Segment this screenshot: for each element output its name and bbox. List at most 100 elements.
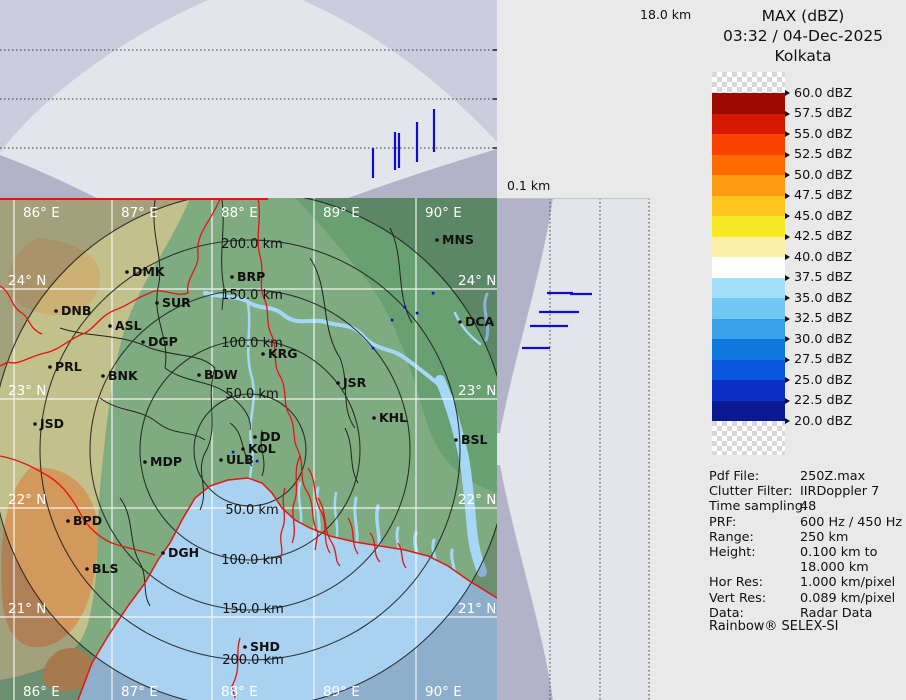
range-ring-label: 50.0 km: [225, 387, 278, 402]
station-dot: [253, 435, 257, 439]
metadata-value: 0.100 km to: [800, 545, 878, 560]
radar-echo-dot: [391, 319, 394, 322]
metadata-row: Range:250 km: [709, 530, 904, 545]
tick-arrow-icon: [785, 398, 790, 404]
scale-tick: 42.5 dBZ: [785, 229, 852, 245]
station-dot: [141, 340, 145, 344]
scale-tick-label: 42.5 dBZ: [794, 229, 852, 244]
ns-profile-echoes: [522, 293, 592, 348]
station-dot: [435, 238, 439, 242]
lat-label-left: 23° N: [8, 383, 46, 399]
scale-tick-label: 22.5 dBZ: [794, 393, 852, 408]
metadata-value: 600 Hz / 450 Hz: [800, 515, 902, 530]
station-label: DCA: [465, 314, 495, 329]
map-canvas: 200.0 km150.0 km100.0 km50.0 km50.0 km10…: [0, 198, 497, 700]
color-block: [712, 319, 785, 340]
station-dot: [241, 447, 245, 451]
scale-tick: 35.0 dBZ: [785, 290, 852, 306]
station-label: BRP: [237, 269, 265, 284]
station-dot: [101, 374, 105, 378]
metadata-value: 250Z.max: [800, 469, 865, 484]
scale-tick: 32.5 dBZ: [785, 311, 852, 327]
color-block: [712, 257, 785, 278]
radar-station-name: Kolkata: [700, 47, 906, 65]
metadata-key: Range:: [709, 530, 754, 545]
lon-label-top: 87° E: [121, 205, 158, 221]
range-ring-label: 150.0 km: [222, 602, 284, 617]
range-ring-label: 150.0 km: [221, 288, 283, 303]
metadata-key: Clutter Filter:: [709, 484, 793, 499]
scale-tick: 47.5 dBZ: [785, 188, 852, 204]
color-block: [712, 114, 785, 135]
station-dot: [243, 645, 247, 649]
scale-tick: 40.0 dBZ: [785, 249, 852, 265]
station-dot: [219, 458, 223, 462]
scale-tick: 22.5 dBZ: [785, 393, 852, 409]
tick-arrow-icon: [785, 336, 790, 342]
station-dot: [454, 438, 458, 442]
lat-label-right: 22° N: [458, 492, 496, 508]
radar-echo-dot: [416, 312, 419, 315]
station-dot: [143, 460, 147, 464]
station-dot: [155, 301, 159, 305]
tick-arrow-icon: [785, 377, 790, 383]
software-brand: Rainbow® SELEX-SI: [709, 619, 839, 634]
metadata-key: Height:: [709, 545, 756, 560]
color-block: [712, 134, 785, 155]
scale-tick-label: 37.5 dBZ: [794, 270, 852, 285]
above-max-checker: [712, 72, 785, 93]
scale-tick-label: 27.5 dBZ: [794, 352, 852, 367]
station-dot: [108, 324, 112, 328]
legend-panel: MAX (dBZ) 03:32 / 04-Dec-2025 Kolkata 60…: [700, 0, 906, 700]
metadata-key: Vert Res:: [709, 591, 766, 606]
tick-arrow-icon: [785, 131, 790, 137]
scale-tick: 50.0 dBZ: [785, 167, 852, 183]
station-label: DNB: [61, 303, 91, 318]
station-label: KRG: [268, 346, 298, 361]
scale-tick-label: 32.5 dBZ: [794, 311, 852, 326]
color-block: [712, 339, 785, 360]
station-label: SHD: [250, 639, 280, 654]
lon-label-top: 89° E: [323, 205, 360, 221]
lon-label-bottom: 88° E: [221, 684, 258, 700]
station-label: DGP: [148, 334, 178, 349]
unscanned-region-right: [302, 0, 497, 142]
scale-tick-label: 55.0 dBZ: [794, 127, 852, 142]
product-timestamp: 03:32 / 04-Dec-2025: [700, 27, 906, 45]
range-ring-label: 200.0 km: [221, 237, 283, 252]
scale-tick: 55.0 dBZ: [785, 126, 852, 142]
lon-label-top: 88° E: [221, 205, 258, 221]
scale-tick-label: 57.5 dBZ: [794, 106, 852, 121]
station-dot: [54, 309, 58, 313]
station-label: BLS: [92, 561, 119, 576]
station-label: MNS: [442, 232, 474, 247]
tick-arrow-icon: [785, 316, 790, 322]
lat-label-right: 24° N: [458, 273, 496, 289]
blind-wedge-right: [348, 149, 497, 198]
unscanned-region-left: [0, 0, 208, 152]
ew-profile-echoes: [373, 109, 434, 178]
station-dot: [197, 373, 201, 377]
station-label: DGH: [168, 545, 199, 560]
scale-tick: 20.0 dBZ: [785, 413, 852, 429]
color-block: [712, 93, 785, 114]
height-axis-min-label: 0.1 km: [507, 178, 550, 193]
lat-label-right: 21° N: [458, 601, 496, 617]
lon-label-bottom: 87° E: [121, 684, 158, 700]
tick-arrow-icon: [785, 90, 790, 96]
metadata-row: 18.000 km: [709, 560, 904, 575]
map-panel: 200.0 km150.0 km100.0 km50.0 km50.0 km10…: [0, 198, 497, 700]
station-label: ULB: [226, 452, 254, 467]
station-label: KHL: [379, 410, 407, 425]
station-dot: [125, 270, 129, 274]
metadata-key: Time sampling:: [709, 499, 807, 514]
station-label: JSD: [39, 416, 64, 431]
tick-arrow-icon: [785, 213, 790, 219]
station-dot: [458, 320, 462, 324]
tick-arrow-icon: [785, 111, 790, 117]
lat-label-left: 22° N: [8, 492, 46, 508]
color-block: [712, 216, 785, 237]
ns-height-profile-panel: [497, 198, 650, 700]
lat-label-left: 24° N: [8, 273, 46, 289]
ew-height-profile-panel: [0, 0, 497, 198]
